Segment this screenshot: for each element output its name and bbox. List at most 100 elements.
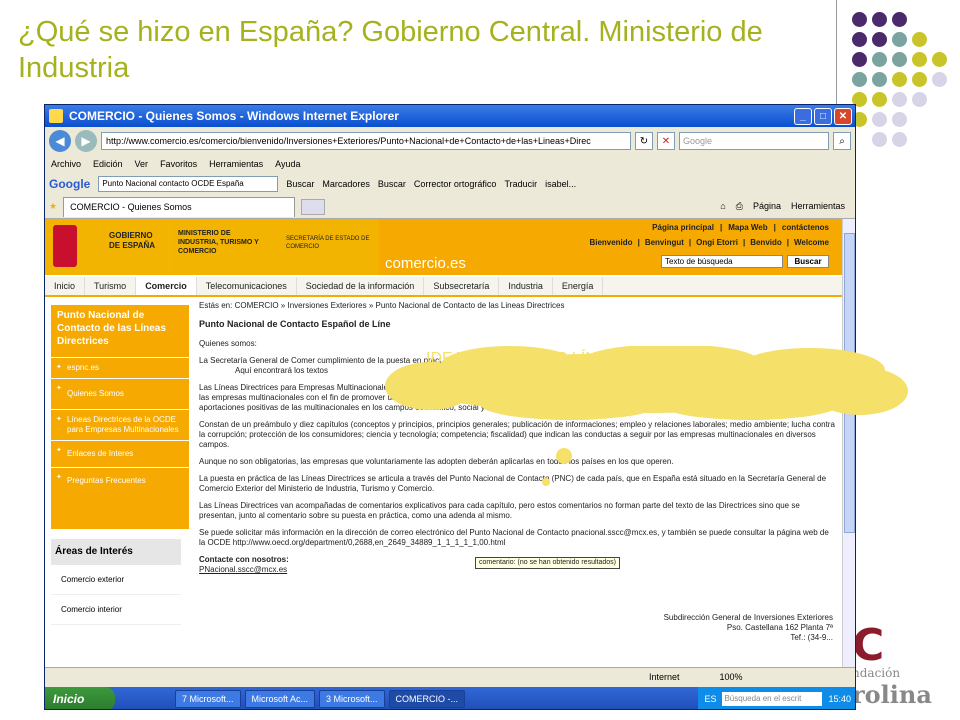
desktop-search-input[interactable]: Búsqueda en el escrit bbox=[722, 692, 823, 706]
page-title: Punto Nacional de Contacto Español de Lí… bbox=[199, 319, 391, 329]
nav-turismo[interactable]: Turismo bbox=[85, 277, 137, 295]
footer-line-3: Tef.: (34-9... bbox=[790, 633, 833, 642]
search-input[interactable]: Google bbox=[679, 132, 829, 150]
menu-ver[interactable]: Ver bbox=[135, 159, 149, 169]
tab-comercio[interactable]: COMERCIO - Quienes Somos bbox=[63, 196, 296, 217]
lang-welcome[interactable]: Welcome bbox=[794, 238, 829, 247]
footer-line-1: Subdirección General de Inversiones Exte… bbox=[663, 613, 833, 622]
logo-line1: ndación bbox=[852, 666, 901, 680]
start-button[interactable]: Inicio bbox=[45, 687, 115, 709]
taskbar: Inicio 7 Microsoft... Microsoft Ac... 3 … bbox=[45, 687, 855, 709]
language-indicator[interactable]: ES bbox=[704, 694, 716, 704]
ministry-label: MINISTERIO DE INDUSTRIA, TURISMO Y COMER… bbox=[178, 230, 259, 255]
sidebar-item-espnc[interactable]: espnc.es bbox=[51, 357, 189, 378]
para-5: La puesta en práctica de las Líneas Dire… bbox=[199, 474, 827, 493]
sidebar-item-preguntas[interactable]: Preguntas Frecuentes bbox=[51, 467, 189, 494]
sidebar-item-lineas[interactable]: Líneas Directrices de la OCDE para Empre… bbox=[51, 409, 189, 440]
minimize-button[interactable]: _ bbox=[794, 107, 812, 125]
areas-panel: Áreas de Interés Comercio exterior Comer… bbox=[51, 539, 181, 667]
sidebar-item-quienes-somos[interactable]: Quienes Somos bbox=[51, 378, 189, 409]
stop-icon[interactable]: ✕ bbox=[657, 132, 675, 150]
page-scrollbar[interactable] bbox=[842, 219, 855, 667]
gov-logo: GOBIERNO DE ESPAÑA bbox=[45, 219, 169, 275]
task-access[interactable]: Microsoft Ac... bbox=[244, 690, 316, 708]
fundacion-logo-icon: C bbox=[852, 620, 885, 671]
page-menu[interactable]: Página bbox=[753, 201, 781, 212]
clock: 15:40 bbox=[828, 694, 851, 704]
close-button[interactable]: ✕ bbox=[834, 107, 852, 125]
zone-label: Internet bbox=[649, 671, 680, 682]
gov-label: GOBIERNO DE ESPAÑA bbox=[109, 231, 156, 250]
footer-address: Subdirección General de Inversiones Exte… bbox=[623, 613, 833, 643]
task-word[interactable]: 7 Microsoft... bbox=[175, 690, 241, 708]
nav-sociedad[interactable]: Sociedad de la información bbox=[297, 277, 425, 295]
link-pagina-principal[interactable]: Página principal bbox=[652, 223, 714, 232]
favorites-star-icon[interactable]: ★ bbox=[49, 201, 57, 212]
tools-menu[interactable]: Herramientas bbox=[791, 201, 845, 212]
nav-industria[interactable]: Industria bbox=[499, 277, 553, 295]
site-header: GOBIERNO DE ESPAÑA MINISTERIO DE INDUSTR… bbox=[45, 219, 843, 275]
system-tray: ES Búsqueda en el escrit 15:40 bbox=[698, 687, 855, 709]
lang-bienvenido[interactable]: Bienvenido bbox=[589, 238, 632, 247]
task-office[interactable]: 3 Microsoft... bbox=[319, 690, 385, 708]
google-search-button[interactable]: Buscar bbox=[286, 179, 314, 189]
comment-tooltip: comentario: (no se han obtenido resultad… bbox=[475, 557, 620, 569]
window-titlebar: COMERCIO - Quienes Somos - Windows Inter… bbox=[45, 105, 855, 127]
nav-subsecretaria[interactable]: Subsecretaría bbox=[424, 277, 500, 295]
task-comercio[interactable]: COMERCIO -... bbox=[388, 690, 466, 708]
top-links: Página principal | Mapa Web | contáctenos bbox=[652, 223, 829, 232]
back-button[interactable]: ◀ bbox=[49, 130, 71, 152]
home-icon[interactable]: ⌂ bbox=[720, 201, 725, 212]
print-icon[interactable]: ⎙ bbox=[736, 201, 743, 212]
lang-ongi-etorri[interactable]: Ongi Etorri bbox=[696, 238, 738, 247]
link-mapa-web[interactable]: Mapa Web bbox=[728, 223, 767, 232]
spellcheck-button[interactable]: Corrector ortográfico bbox=[414, 179, 497, 189]
site-search-button[interactable]: Buscar bbox=[787, 255, 829, 268]
sidebar-item-enlaces[interactable]: Enlaces de Interes bbox=[51, 440, 189, 467]
cloud-bubble-2 bbox=[542, 478, 550, 486]
decorative-dots bbox=[848, 12, 958, 162]
web-page: GOBIERNO DE ESPAÑA MINISTERIO DE INDUSTR… bbox=[45, 219, 843, 667]
forward-button[interactable]: ▶ bbox=[75, 130, 97, 152]
slide-title: ¿Qué se hizo en España? Gobierno Central… bbox=[18, 16, 763, 84]
ministry-block: MINISTERIO DE INDUSTRIA, TURISMO Y COMER… bbox=[169, 219, 379, 275]
site-brand: comercio.es bbox=[385, 255, 466, 272]
nav-inicio[interactable]: Inicio bbox=[45, 277, 86, 295]
url-input[interactable]: http://www.comercio.es/comercio/bienveni… bbox=[101, 132, 631, 150]
logo-line2: rolina bbox=[852, 680, 932, 709]
link-contactenos[interactable]: contáctenos bbox=[782, 223, 829, 232]
menu-favoritos[interactable]: Favoritos bbox=[160, 159, 197, 169]
footer-line-2: Pso. Castellana 162 Planta 7ª bbox=[726, 623, 833, 632]
lang-benvido[interactable]: Benvido bbox=[750, 238, 782, 247]
para-7: Se puede solicitar más información en la… bbox=[199, 528, 829, 547]
menu-bar: Archivo Edición Ver Favoritos Herramient… bbox=[45, 155, 855, 173]
area-comercio-exterior[interactable]: Comercio exterior bbox=[51, 565, 181, 595]
maximize-button[interactable]: □ bbox=[814, 107, 832, 125]
zoom-level[interactable]: 100% bbox=[720, 672, 743, 682]
translate-button[interactable]: Traducir bbox=[504, 179, 537, 189]
coat-of-arms-icon bbox=[53, 225, 77, 267]
cloud-bubble-1 bbox=[556, 448, 572, 464]
nav-telecomunicaciones[interactable]: Telecomunicaciones bbox=[197, 277, 297, 295]
nav-energia[interactable]: Energía bbox=[553, 277, 604, 295]
google-query-input[interactable]: Punto Nacional contacto OCDE España bbox=[98, 176, 279, 192]
window-title: COMERCIO - Quienes Somos - Windows Inter… bbox=[69, 109, 399, 123]
search-button[interactable]: Buscar bbox=[378, 179, 406, 189]
areas-title: Áreas de Interés bbox=[51, 539, 181, 565]
nav-comercio[interactable]: Comercio bbox=[136, 277, 197, 295]
status-bar: Internet 100% bbox=[45, 667, 855, 685]
menu-ayuda[interactable]: Ayuda bbox=[275, 159, 300, 169]
google-logo: Google bbox=[49, 177, 91, 191]
account-button[interactable]: isabel... bbox=[545, 179, 576, 189]
bookmarks-button[interactable]: Marcadores bbox=[322, 179, 370, 189]
area-comercio-interior[interactable]: Comercio interior bbox=[51, 595, 181, 625]
menu-archivo[interactable]: Archivo bbox=[51, 159, 81, 169]
menu-herramientas[interactable]: Herramientas bbox=[209, 159, 263, 169]
refresh-icon[interactable]: ↻ bbox=[635, 132, 653, 150]
search-icon[interactable]: ⌕ bbox=[833, 132, 851, 150]
site-search-input[interactable]: Texto de búsqueda bbox=[661, 255, 783, 268]
menu-edicion[interactable]: Edición bbox=[93, 159, 123, 169]
new-tab-button[interactable] bbox=[301, 198, 326, 215]
lang-benvingut[interactable]: Benvingut bbox=[645, 238, 684, 247]
secretary-label: SECRETARÍA DE ESTADO DE COMERCIO bbox=[286, 236, 370, 250]
